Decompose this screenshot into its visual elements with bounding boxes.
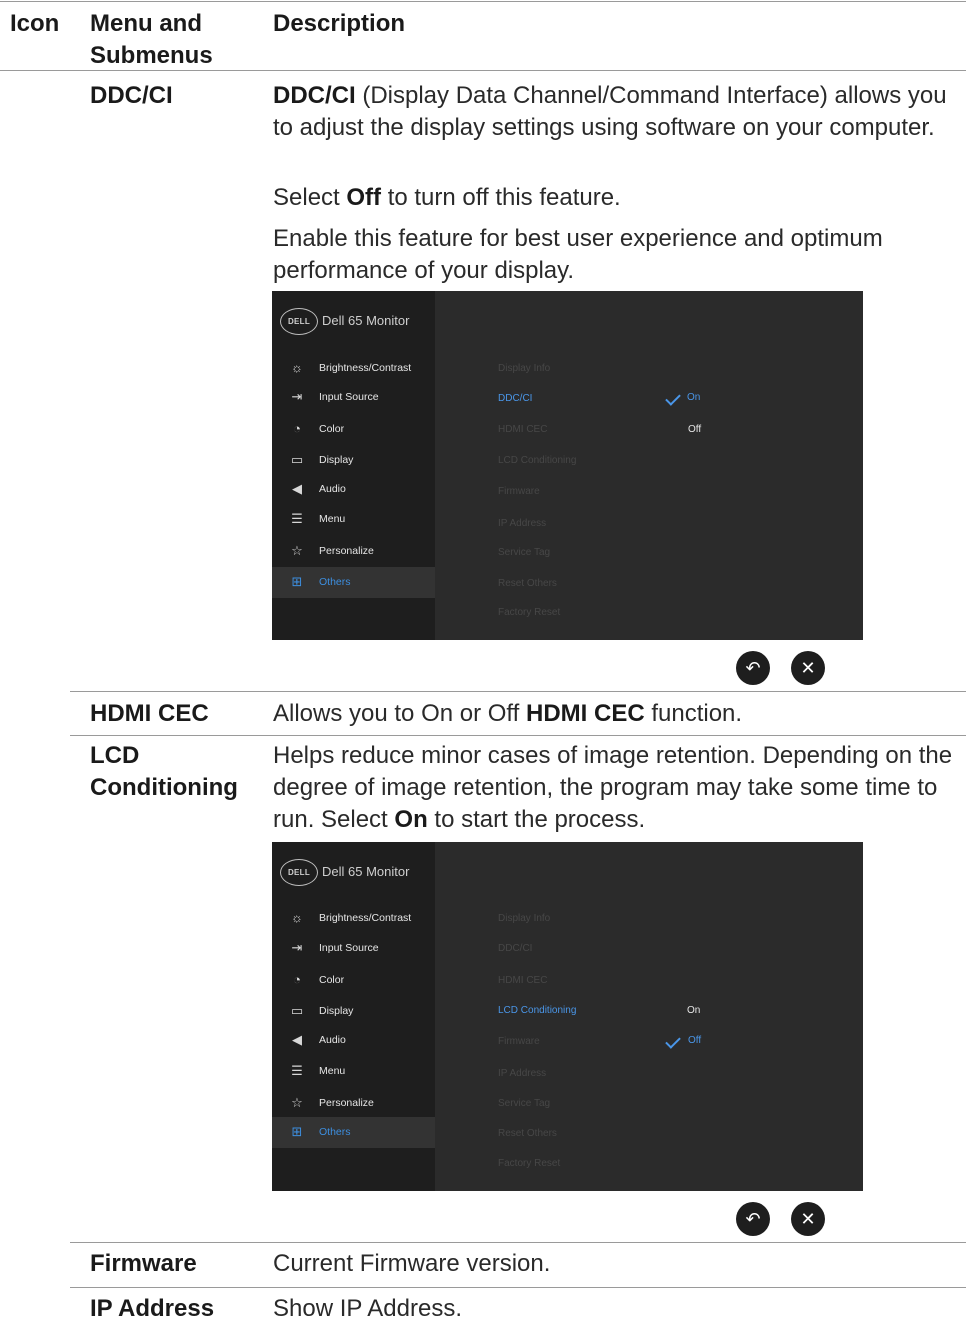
osd-menu-menu[interactable]: ☰ Menu (272, 504, 435, 535)
osd-sub-service-tag[interactable]: Service Tag (498, 1097, 550, 1111)
osd-sub-reset-others[interactable]: Reset Others (498, 1127, 557, 1141)
osd-sub-ip-address[interactable]: IP Address (498, 517, 546, 531)
osd-menu-brightness[interactable]: ☼ Brightness/Contrast (272, 353, 435, 384)
desc-ddcci-intro: DDC/CI (Display Data Channel/Command Int… (273, 82, 947, 141)
osd-title: Dell 65 Monitor (322, 313, 410, 328)
osd-sub-service-tag[interactable]: Service Tag (498, 546, 550, 560)
osd-screenshot-ddcci: DELL Dell 65 Monitor ☼ Brightness/Contras… (272, 291, 863, 640)
dell-logo: DELL (280, 859, 318, 886)
color-icon: ◔ (293, 421, 301, 436)
osd-menu-input-source[interactable]: ⇥ Input Source (272, 382, 435, 413)
osd-sub-factory-reset[interactable]: Factory Reset (498, 606, 560, 620)
term-hdmi-cec: HDMI CEC (90, 700, 209, 727)
desc-lcd-conditioning: Helps reduce minor cases of image retent… (273, 742, 953, 833)
osd-menu-personalize[interactable]: ☆ Personalize (272, 1088, 435, 1119)
back-icon[interactable]: ↶ (736, 1202, 770, 1236)
osd-sub-lcd-conditioning[interactable]: LCD Conditioning (498, 1004, 576, 1018)
term-lcd-conditioning: LCD Conditioning (90, 742, 238, 801)
osd-sub-ip-address[interactable]: IP Address (498, 1067, 546, 1081)
osd-menu-input-source[interactable]: ⇥ Input Source (272, 933, 435, 964)
osd-menu-others[interactable]: ⊞ Others (272, 567, 435, 598)
color-icon: ◔ (293, 972, 301, 987)
osd-option-on[interactable]: On (687, 391, 700, 405)
input-source-icon: ⇥ (291, 940, 303, 955)
check-icon (665, 1033, 681, 1049)
osd-sub-reset-others[interactable]: Reset Others (498, 577, 557, 591)
row-divider (70, 735, 966, 736)
osd-title: Dell 65 Monitor (322, 864, 410, 879)
display-icon: ▭ (290, 452, 304, 467)
others-icon: ⊞ (291, 574, 303, 589)
desc-hdmi-cec: Allows you to On or Off HDMI CEC functio… (273, 700, 743, 727)
others-icon: ⊞ (291, 1124, 303, 1139)
osd-sub-hdmi-cec[interactable]: HDMI CEC (498, 974, 547, 988)
osd-sub-lcd-conditioning[interactable]: LCD Conditioning (498, 454, 576, 468)
row-divider (70, 1242, 966, 1243)
close-icon[interactable]: ✕ (791, 651, 825, 685)
osd-menu-menu[interactable]: ☰ Menu (272, 1056, 435, 1087)
osd-sub-factory-reset[interactable]: Factory Reset (498, 1157, 560, 1171)
input-source-icon: ⇥ (291, 389, 303, 404)
osd-menu-audio[interactable]: ◀ Audio (272, 1025, 435, 1056)
osd-sub-display-info[interactable]: Display Info (498, 912, 550, 926)
row-divider (70, 1287, 966, 1288)
check-icon (665, 390, 681, 406)
header-bottom-border (0, 70, 966, 71)
star-icon: ☆ (291, 543, 303, 558)
back-icon[interactable]: ↶ (736, 651, 770, 685)
desc-firmware: Current Firmware version. (273, 1250, 551, 1277)
close-icon[interactable]: ✕ (791, 1202, 825, 1236)
osd-menu-color[interactable]: ◔ Color (272, 965, 435, 996)
osd-menu-display[interactable]: ▭ Display (272, 996, 435, 1027)
col-header-menu: Menu and Submenus (90, 10, 213, 69)
desc-ddcci-off: Select Off to turn off this feature. (273, 184, 621, 211)
star-icon: ☆ (291, 1095, 303, 1110)
brightness-icon: ☼ (291, 910, 303, 925)
osd-menu-personalize[interactable]: ☆ Personalize (272, 536, 435, 567)
term-ip-address: IP Address (90, 1295, 215, 1322)
osd-sub-ddcci[interactable]: DDC/CI (498, 392, 532, 406)
osd-sub-firmware[interactable]: Firmware (498, 1035, 540, 1049)
term-ddcci: DDC/CI (90, 82, 173, 109)
menu-icon: ☰ (291, 511, 303, 526)
osd-sub-ddcci[interactable]: DDC/CI (498, 942, 532, 956)
osd-sub-hdmi-cec[interactable]: HDMI CEC (498, 423, 547, 437)
osd-menu-display[interactable]: ▭ Display (272, 445, 435, 476)
desc-ddcci-enable: Enable this feature for best user experi… (273, 225, 883, 284)
row-divider (70, 691, 966, 692)
display-icon: ▭ (290, 1003, 304, 1018)
menu-icon: ☰ (291, 1063, 303, 1078)
osd-menu-color[interactable]: ◔ Color (272, 414, 435, 445)
osd-option-off[interactable]: Off (688, 1034, 701, 1048)
col-header-icon: Icon (10, 10, 60, 37)
osd-menu-audio[interactable]: ◀ Audio (272, 474, 435, 505)
term-firmware: Firmware (90, 1250, 197, 1277)
brightness-icon: ☼ (291, 360, 303, 375)
desc-ip-address: Show IP Address. (273, 1295, 462, 1322)
osd-option-off[interactable]: Off (688, 423, 701, 437)
osd-menu-others[interactable]: ⊞ Others (272, 1117, 435, 1148)
osd-menu-brightness[interactable]: ☼ Brightness/Contrast (272, 903, 435, 934)
osd-sub-firmware[interactable]: Firmware (498, 485, 540, 499)
osd-sub-display-info[interactable]: Display Info (498, 362, 550, 376)
dell-logo: DELL (280, 308, 318, 335)
audio-icon: ◀ (292, 1032, 302, 1047)
audio-icon: ◀ (292, 481, 302, 496)
osd-screenshot-lcd: DELL Dell 65 Monitor ☼ Brightness/Contras… (272, 842, 863, 1191)
osd-option-on[interactable]: On (687, 1004, 700, 1018)
table-top-border (0, 1, 966, 2)
col-header-description: Description (273, 10, 406, 37)
